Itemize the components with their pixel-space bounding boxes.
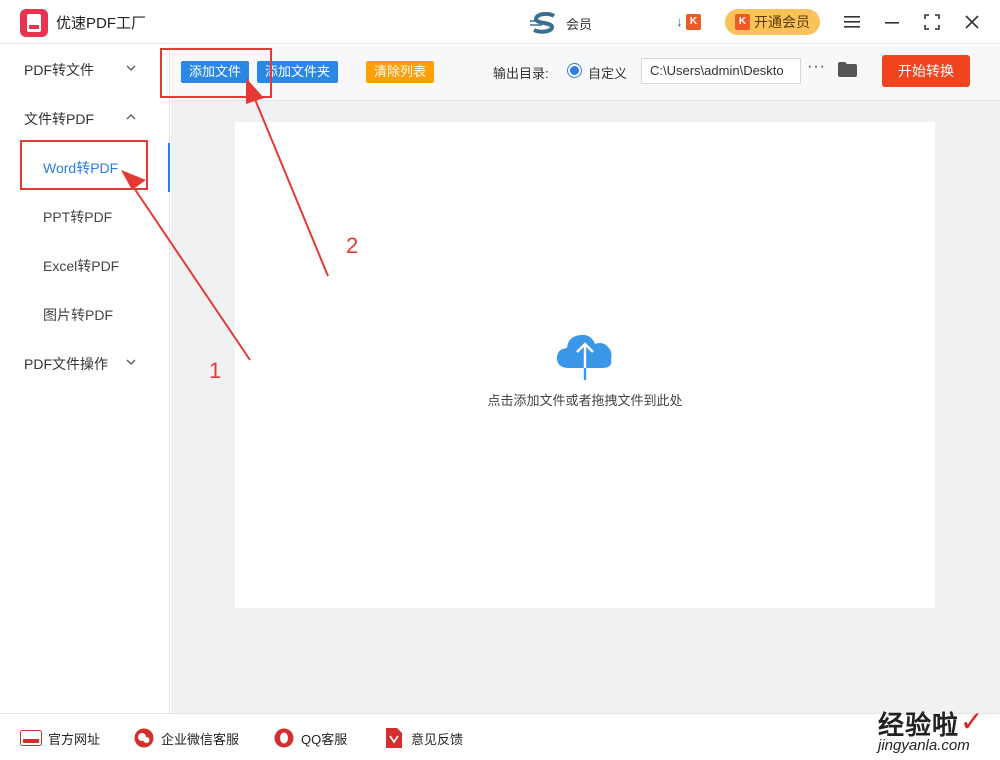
annotation-box-add-file — [160, 48, 272, 98]
vip-button[interactable]: K 开通会员 — [725, 9, 820, 35]
footer-wechat-service-link[interactable]: 企业微信客服 — [133, 728, 239, 748]
sidebar-group-file-to-pdf[interactable]: 文件转PDF — [0, 94, 169, 143]
watermark-url: jingyanla.com — [878, 737, 970, 754]
globe-icon — [20, 728, 42, 748]
s-logo-icon — [530, 12, 556, 34]
sidebar-group-label: PDF转文件 — [24, 61, 94, 78]
app-logo-icon — [20, 9, 48, 37]
wechat-icon — [133, 728, 155, 748]
sidebar-item-excel-to-pdf[interactable]: Excel转PDF — [0, 241, 169, 290]
annotation-label-1: 1 — [209, 358, 222, 383]
footer-qq-service-link[interactable]: QQ客服 — [273, 728, 347, 748]
download-icon[interactable]: ↓ — [676, 14, 683, 29]
sidebar-item-image-to-pdf[interactable]: 图片转PDF — [0, 290, 169, 339]
promo-text: 会员 — [566, 16, 593, 32]
start-convert-button[interactable]: 开始转换 — [882, 55, 970, 87]
custom-dir-radio[interactable] — [567, 63, 582, 78]
check-icon: ✓ — [960, 706, 984, 737]
output-path-field[interactable]: C:\Users\admin\Deskto — [641, 58, 801, 84]
footer-label: 官方网址 — [48, 731, 101, 747]
close-icon[interactable] — [960, 10, 984, 34]
app-title: 优速PDF工厂 — [56, 15, 147, 32]
footer-label: 企业微信客服 — [161, 731, 240, 747]
feedback-icon — [383, 728, 405, 748]
sidebar-item-ppt-to-pdf[interactable]: PPT转PDF — [0, 192, 169, 241]
output-dir-label: 输出目录: — [493, 66, 549, 81]
maximize-icon[interactable] — [920, 10, 944, 34]
toolbar: 添加文件 添加文件夹 清除列表 输出目录: 自定义 C:\Users\admin… — [171, 45, 1000, 101]
main-panel: 添加文件 添加文件夹 清除列表 输出目录: 自定义 C:\Users\admin… — [171, 45, 1000, 713]
folder-icon[interactable] — [838, 62, 857, 77]
drop-hint-text: 点击添加文件或者拖拽文件到此处 — [487, 393, 683, 408]
watermark-logo: 经验啦 ✓ jingyanla.com — [870, 703, 990, 758]
custom-dir-label[interactable]: 自定义 — [588, 63, 627, 82]
clear-list-button[interactable]: 清除列表 — [366, 61, 435, 83]
sidebar-group-label: PDF文件操作 — [24, 355, 108, 372]
vip-k-icon: K — [735, 14, 750, 30]
annotation-label-2: 2 — [346, 233, 359, 258]
footer: 官方网址 企业微信客服 QQ客服 意见反馈 — [0, 713, 1000, 760]
more-options-icon[interactable]: ··· — [807, 58, 826, 76]
sidebar-group-label: 文件转PDF — [24, 110, 94, 127]
k-badge-icon[interactable]: K — [686, 14, 701, 30]
footer-official-site-link[interactable]: 官方网址 — [20, 728, 100, 748]
chevron-down-icon — [126, 359, 136, 365]
chevron-up-icon — [126, 114, 136, 120]
chevron-down-icon — [126, 65, 136, 71]
minimize-icon[interactable] — [880, 10, 904, 34]
footer-feedback-link[interactable]: 意见反馈 — [383, 728, 463, 748]
title-bar: 优速PDF工厂 会员 ↓ K K 开通会员 — [0, 0, 1000, 44]
cloud-upload-icon — [557, 334, 612, 380]
promo-banner[interactable]: 会员 — [530, 12, 592, 34]
footer-label: 意见反馈 — [411, 731, 464, 747]
annotation-box-word — [20, 140, 148, 190]
qq-icon — [273, 728, 295, 748]
footer-label: QQ客服 — [301, 731, 348, 747]
menu-icon[interactable] — [840, 10, 864, 34]
sidebar-group-pdf-operations[interactable]: PDF文件操作 — [0, 339, 169, 388]
file-drop-zone[interactable]: 点击添加文件或者拖拽文件到此处 — [235, 122, 935, 608]
sidebar-group-pdf-to-file[interactable]: PDF转文件 — [0, 45, 169, 94]
vip-label: 开通会员 — [754, 14, 810, 30]
